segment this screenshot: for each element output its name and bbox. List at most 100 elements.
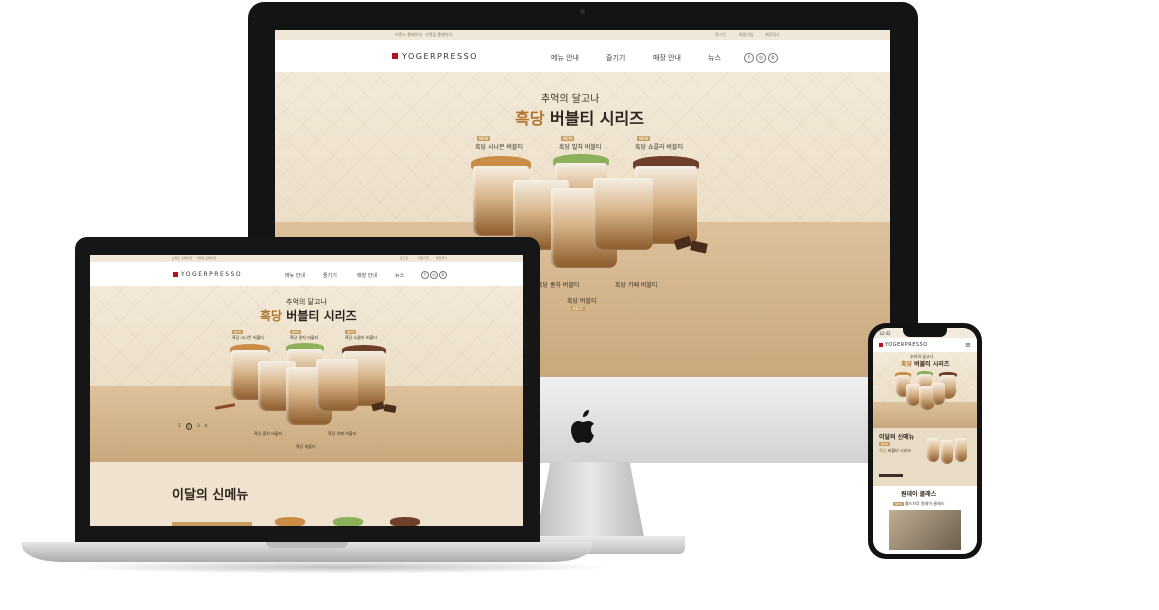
brand-logo-icon[interactable] bbox=[173, 272, 178, 277]
new-badge: NEW bbox=[879, 442, 891, 446]
top-link-franchise[interactable]: 가맹점 홈페이지 bbox=[425, 32, 452, 38]
product-label[interactable]: 흑당 말차 버블티 bbox=[290, 335, 318, 341]
product-label[interactable]: 흑당 버블티 bbox=[567, 296, 597, 305]
item-title-rest: 버블티 시리즈 bbox=[887, 448, 912, 453]
new-menu-heading: 이달의 신메뉴 bbox=[879, 434, 915, 441]
phone-notch bbox=[903, 328, 947, 337]
top-link-store[interactable]: 매장찾기 bbox=[765, 32, 780, 38]
laptop-screen: 브랜드 홈페이지 가맹점 홈페이지 로그인 회원가입 매장찾기 YOGERPRE… bbox=[90, 255, 523, 526]
menu-thumb[interactable] bbox=[275, 517, 305, 526]
new-badge: NEW bbox=[637, 136, 651, 141]
new-badge: NEW bbox=[561, 136, 575, 141]
new-badge: NEW bbox=[477, 136, 491, 141]
nav-menu[interactable]: 메뉴 안내 bbox=[551, 53, 579, 63]
bubble-tea-image bbox=[906, 384, 920, 406]
facebook-icon[interactable]: f bbox=[744, 53, 754, 63]
blog-icon[interactable]: b bbox=[439, 271, 447, 279]
oneday-class-heading: 원데이 클래스 bbox=[901, 491, 937, 498]
top-link-login[interactable]: 로그인 bbox=[400, 256, 408, 260]
hero-pagination: 1 2 3 4 bbox=[178, 423, 207, 430]
hero-title-accent: 흑당 bbox=[260, 309, 283, 323]
bubble-tea-image bbox=[955, 438, 967, 462]
hero-title: 흑당 버블티 시리즈 bbox=[260, 307, 357, 324]
class-item-title[interactable]: 콜드브루 원데이 클래스 bbox=[905, 501, 944, 507]
hero-subtitle: 추억의 달고나 bbox=[541, 94, 600, 105]
brand-logo-icon[interactable] bbox=[879, 343, 883, 347]
product-label[interactable]: 흑당 쇼콜라 버블티 bbox=[345, 335, 377, 341]
top-link-login[interactable]: 로그인 bbox=[715, 32, 726, 38]
bubble-tea-image bbox=[927, 438, 939, 462]
laptop-shadow bbox=[60, 560, 620, 574]
new-menu-item[interactable]: 흑당 버블티 시리즈 bbox=[879, 448, 911, 454]
page-dot-active[interactable]: 2 bbox=[185, 423, 193, 430]
product-label[interactable]: 흑당 홍차 버블티 bbox=[537, 280, 579, 289]
nav-store[interactable]: 매장 안내 bbox=[653, 53, 681, 63]
apple-logo-icon bbox=[571, 410, 594, 443]
page-dot[interactable]: 3 bbox=[197, 423, 200, 430]
nav-news[interactable]: 뉴스 bbox=[395, 272, 404, 279]
main-nav: YOGERPRESSO 메뉴 안내 즐기기 매장 안내 뉴스 f ◎ b bbox=[275, 40, 890, 73]
hero-subtitle: 추억의 달고나 bbox=[286, 298, 327, 306]
prev-arrow-icon[interactable]: ‹ bbox=[875, 384, 877, 391]
top-link-store[interactable]: 매장찾기 bbox=[436, 256, 447, 260]
top-utility-bar: 브랜드 홈페이지 가맹점 홈페이지 로그인 회원가입 매장찾기 bbox=[90, 255, 523, 262]
page-dot[interactable]: 4 bbox=[205, 423, 208, 430]
brand-logo-text[interactable]: YOGERPRESSO bbox=[885, 342, 928, 348]
product-label[interactable]: 흑당 쇼콜라 버블티 bbox=[635, 142, 683, 151]
nav-store[interactable]: 매장 안내 bbox=[357, 272, 377, 279]
brand-logo-text[interactable]: YOGERPRESSO bbox=[181, 271, 242, 278]
top-link-join[interactable]: 회원가입 bbox=[418, 256, 429, 260]
brand-logo-text[interactable]: YOGERPRESSO bbox=[402, 52, 478, 61]
product-label[interactable]: 흑당 홍차 버블티 bbox=[254, 431, 282, 437]
nav-menu[interactable]: 메뉴 안내 bbox=[285, 272, 305, 279]
nav-news[interactable]: 뉴스 bbox=[708, 53, 721, 63]
mobile-header: YOGERPRESSO ≡ bbox=[873, 338, 977, 352]
class-photo[interactable] bbox=[889, 510, 961, 550]
hero-title: 흑당 버블티 시리즈 bbox=[901, 359, 949, 368]
top-link-franchise[interactable]: 가맹점 홈페이지 bbox=[196, 256, 216, 260]
status-time: 12:42 bbox=[879, 331, 891, 336]
product-label[interactable]: 흑당 말차 버블티 bbox=[559, 142, 601, 151]
top-link-join[interactable]: 회원가입 bbox=[739, 32, 754, 38]
hero-title-rest: 버블티 시리즈 bbox=[914, 361, 950, 368]
bubble-tea-image bbox=[931, 383, 945, 405]
blog-icon[interactable]: b bbox=[768, 53, 778, 63]
new-badge: NEW bbox=[290, 330, 302, 334]
main-nav: YOGERPRESSO 메뉴 안내 즐기기 매장 안내 뉴스 f ◎ b bbox=[90, 262, 523, 287]
product-label[interactable]: 흑당 시나몬 버블티 bbox=[475, 142, 523, 151]
next-arrow-icon[interactable]: › bbox=[971, 384, 973, 391]
new-badge: NEW bbox=[232, 330, 244, 334]
new-badge: NEW bbox=[345, 330, 357, 334]
instagram-icon[interactable]: ◎ bbox=[430, 271, 438, 279]
new-menu-tab[interactable] bbox=[172, 522, 252, 526]
cafe-bubble-tea-image bbox=[593, 178, 653, 250]
product-label[interactable]: 흑당 카페 버블티 bbox=[328, 431, 356, 437]
nav-enjoy[interactable]: 즐기기 bbox=[323, 272, 337, 279]
new-menu-section bbox=[90, 462, 523, 526]
hamburger-menu-icon[interactable]: ≡ bbox=[965, 341, 971, 349]
bubble-tea-image bbox=[941, 440, 953, 464]
hero-title-accent: 흑당 bbox=[901, 361, 913, 368]
menu-thumb[interactable] bbox=[390, 517, 420, 526]
top-link-brand[interactable]: 브랜드 홈페이지 bbox=[395, 32, 422, 38]
camera-icon bbox=[580, 9, 585, 14]
phone-screen: 12:42 YOGERPRESSO ≡ 추억의 달고나 흑당 버블티 시리즈 ‹… bbox=[873, 328, 977, 554]
hero-title-rest: 버블티 시리즈 bbox=[286, 309, 357, 323]
nav-enjoy[interactable]: 즐기기 bbox=[606, 53, 625, 63]
item-title-accent: 흑당 bbox=[879, 448, 887, 453]
page-dot[interactable]: 1 bbox=[178, 423, 181, 430]
facebook-icon[interactable]: f bbox=[421, 271, 429, 279]
top-link-brand[interactable]: 브랜드 홈페이지 bbox=[172, 256, 192, 260]
hero-title-rest: 버블티 시리즈 bbox=[550, 109, 644, 128]
instagram-icon[interactable]: ◎ bbox=[756, 53, 766, 63]
product-label[interactable]: 흑당 버블티 bbox=[296, 444, 316, 450]
brand-logo-icon[interactable] bbox=[392, 53, 398, 59]
best-badge: BEST bbox=[571, 306, 586, 311]
product-label[interactable]: 흑당 시나몬 버블티 bbox=[232, 335, 264, 341]
menu-thumb[interactable] bbox=[333, 517, 363, 526]
menu-progress-bar bbox=[879, 474, 903, 477]
top-utility-bar: 브랜드 홈페이지 가맹점 홈페이지 로그인 회원가입 매장찾기 bbox=[275, 30, 890, 40]
product-label[interactable]: 흑당 카페 버블티 bbox=[615, 280, 657, 289]
hero-title-accent: 흑당 bbox=[515, 109, 545, 128]
new-badge: NEW bbox=[893, 502, 905, 506]
